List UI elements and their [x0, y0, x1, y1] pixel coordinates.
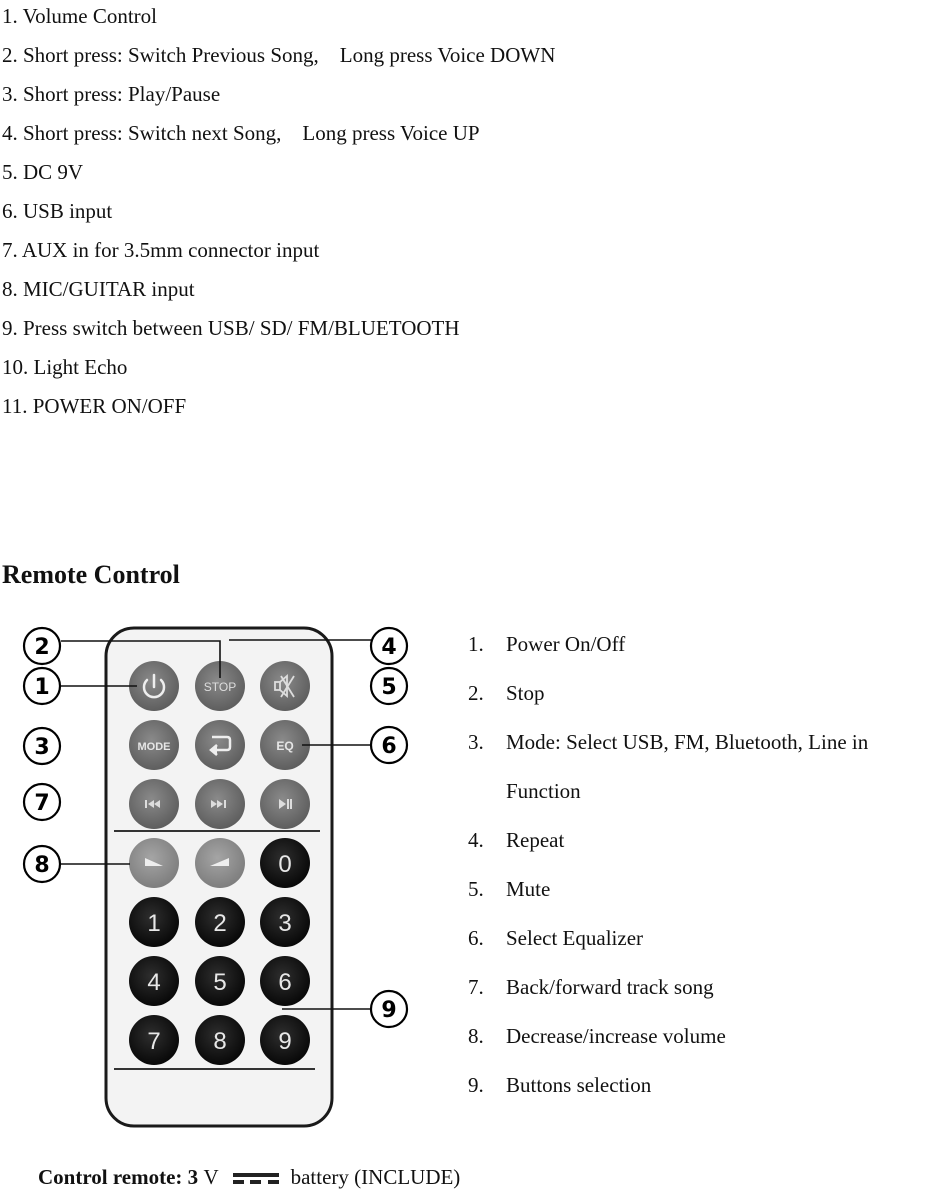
digit-label: 6 — [278, 969, 291, 996]
legend-text: Buttons selection — [506, 1073, 652, 1097]
legend-number: 8. — [468, 1024, 484, 1048]
eq-label: EQ — [276, 739, 293, 753]
digit-label: 0 — [278, 851, 291, 878]
svg-text:1: 1 — [34, 675, 49, 700]
legend-item: 7. Back/forward track song — [468, 963, 937, 1012]
digit-button-1[interactable]: 1 — [129, 897, 179, 947]
previous-track-button[interactable] — [129, 779, 179, 829]
legend-text: Decrease/increase volume — [506, 1024, 726, 1048]
legend-item: 5. Mute — [468, 865, 937, 914]
digit-label: 8 — [213, 1028, 226, 1055]
feature-item: 5. DC 9V — [2, 160, 84, 184]
feature-item: 6. USB input — [2, 199, 113, 223]
battery-note: Control remote: 3 V battery (INCLUDE) — [38, 1165, 460, 1190]
callout-3: 3 — [22, 726, 62, 766]
speaker-features-list: 1. Volume Control 2. Short press: Switch… — [2, 0, 555, 426]
digit-label: 2 — [213, 910, 226, 937]
legend-item: 6. Select Equalizer — [468, 914, 937, 963]
feature-item: 3. Short press: Play/Pause — [2, 82, 221, 106]
digit-button-8[interactable]: 8 — [195, 1015, 245, 1065]
legend-text: Select Equalizer — [506, 926, 644, 950]
legend-number: 4. — [468, 828, 484, 852]
battery-unit: V — [203, 1165, 219, 1189]
svg-text:9: 9 — [381, 998, 396, 1023]
section-heading: Remote Control — [2, 560, 180, 589]
digit-button-2[interactable]: 2 — [195, 897, 245, 947]
legend-text: Repeat — [506, 828, 565, 852]
svg-text:3: 3 — [34, 735, 49, 760]
svg-text:4: 4 — [381, 635, 396, 660]
legend-item: 4. Repeat — [468, 816, 937, 865]
legend-number: 5. — [468, 877, 484, 901]
repeat-button[interactable] — [195, 720, 245, 770]
digit-button-9[interactable]: 9 — [260, 1015, 310, 1065]
volume-up-button[interactable] — [195, 838, 245, 888]
legend-text: Mute — [506, 877, 551, 901]
play-pause-button[interactable] — [260, 779, 310, 829]
digit-label: 4 — [147, 969, 160, 996]
legend-item: 2. Stop — [468, 669, 937, 718]
feature-item: 2. Short press: Switch Previous Song, Lo… — [2, 43, 556, 67]
remote-legend-list: 1. Power On/Off 2. Stop 3. Mode: Select USB… — [468, 620, 937, 1110]
legend-item: 9. Buttons selection — [468, 1061, 937, 1110]
callout-1: 1 — [22, 666, 62, 706]
stop-label: STOP — [204, 680, 236, 694]
callout-4: 4 — [369, 626, 409, 666]
dc-symbol-icon — [232, 1171, 279, 1185]
legend-text: Back/forward track song — [506, 975, 714, 999]
digit-label: 3 — [278, 910, 291, 937]
digit-button-4[interactable]: 4 — [129, 956, 179, 1006]
legend-number: 1. — [468, 632, 484, 656]
mode-label: MODE — [138, 741, 171, 753]
svg-text:7: 7 — [34, 791, 49, 816]
mode-button[interactable]: MODE — [129, 720, 179, 770]
callout-7: 7 — [22, 782, 62, 822]
svg-text:2: 2 — [34, 635, 49, 660]
legend-text: Power On/Off — [506, 632, 626, 656]
legend-number: 7. — [468, 975, 484, 999]
digit-button-6[interactable]: 6 — [260, 956, 310, 1006]
svg-text:6: 6 — [381, 734, 396, 759]
legend-text: Stop — [506, 681, 545, 705]
feature-item: 11. POWER ON/OFF — [2, 394, 187, 418]
digit-label: 5 — [213, 969, 226, 996]
legend-item: 8. Decrease/increase volume — [468, 1012, 937, 1061]
feature-item: 7. AUX in for 3.5mm connector input — [2, 238, 320, 262]
digit-button-3[interactable]: 3 — [260, 897, 310, 947]
callout-6: 6 — [369, 725, 409, 765]
legend-item: 1. Power On/Off — [468, 620, 937, 669]
legend-number: 6. — [468, 926, 484, 950]
battery-label: Control remote: 3 — [38, 1165, 199, 1189]
callout-9: 9 — [369, 989, 409, 1029]
legend-number: 2. — [468, 681, 484, 705]
next-track-button[interactable] — [195, 779, 245, 829]
digit-label: 1 — [147, 910, 160, 937]
legend-number: 3. — [468, 730, 484, 754]
legend-text: Mode: Select USB, FM, Bluetooth, Line in… — [506, 730, 869, 803]
feature-item: 10. Light Echo — [2, 355, 128, 379]
battery-suffix: battery (INCLUDE) — [290, 1165, 461, 1189]
feature-item: 4. Short press: Switch next Song, Long p… — [2, 121, 480, 145]
remote-control-figure: STOP MODE EQ 0 1 2 3 4 5 6 7 8 9 2 1 3 7… — [22, 626, 409, 1128]
digit-button-7[interactable]: 7 — [129, 1015, 179, 1065]
digit-label: 7 — [147, 1028, 160, 1055]
feature-item: 9. Press switch between USB/ SD/ FM/BLUE… — [2, 316, 460, 340]
svg-text:5: 5 — [381, 675, 396, 700]
digit-button-5[interactable]: 5 — [195, 956, 245, 1006]
feature-item: 8. MIC/GUITAR input — [2, 277, 195, 301]
digit-label: 9 — [278, 1028, 291, 1055]
digit-button-0[interactable]: 0 — [260, 838, 310, 888]
callout-2: 2 — [22, 626, 62, 666]
mute-button[interactable] — [260, 661, 310, 711]
svg-text:8: 8 — [34, 853, 49, 878]
feature-item: 1. Volume Control — [2, 4, 157, 28]
callout-5: 5 — [369, 666, 409, 706]
volume-down-button[interactable] — [129, 838, 179, 888]
legend-number: 9. — [468, 1073, 484, 1097]
legend-item: 3. Mode: Select USB, FM, Bluetooth, Line … — [468, 718, 937, 816]
callout-8: 8 — [22, 844, 62, 884]
